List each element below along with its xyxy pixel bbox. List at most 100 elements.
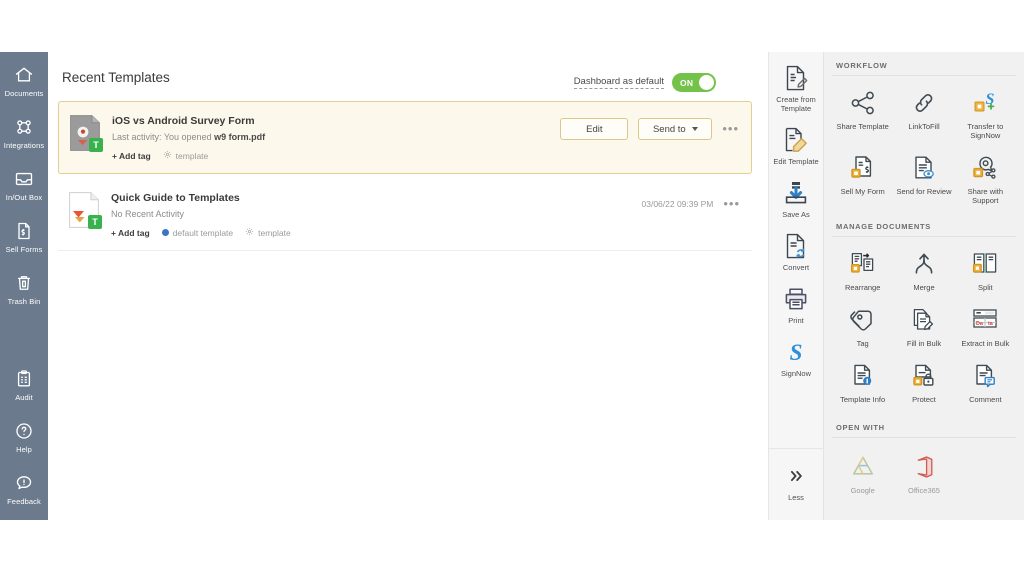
edit-button[interactable]: Edit xyxy=(560,118,628,140)
toolbar-item-signnow[interactable]: S SignNow xyxy=(768,332,824,385)
link-to-fill-icon xyxy=(911,89,937,117)
signnow-icon: S xyxy=(783,339,809,365)
sidebar-label-sell-forms: Sell Forms xyxy=(6,245,43,254)
toolbar-item-convert[interactable]: Convert xyxy=(768,226,824,279)
label-office365: Office365 xyxy=(908,486,940,495)
action-protect[interactable]: Protect xyxy=(893,356,954,412)
sidebar-item-sell-forms[interactable]: Sell Forms xyxy=(0,220,48,254)
toolbar-item-create-from-template[interactable]: Create from Template xyxy=(768,58,824,120)
action-link-to-fill[interactable]: LinkToFill xyxy=(893,83,954,148)
toggle-knob xyxy=(699,75,714,90)
blue-dot-icon xyxy=(162,229,169,236)
action-transfer-to-signnow[interactable]: S Transfer to SignNow xyxy=(955,83,1016,148)
row-tags: + Add tag default template template xyxy=(111,227,642,238)
action-rearrange[interactable]: Rearrange xyxy=(832,244,893,300)
label-fill-in-bulk: Fill in Bulk xyxy=(907,339,941,348)
transfer-to-signnow-icon: S xyxy=(971,89,999,117)
row-more-menu-button[interactable]: ••• xyxy=(722,124,739,134)
row-actions: 03/06/22 09:39 PM ••• xyxy=(642,191,741,209)
print-icon xyxy=(783,286,809,312)
edit-template-icon xyxy=(784,127,808,153)
toolbar-item-less[interactable]: Less xyxy=(768,449,824,520)
svg-text:S: S xyxy=(790,340,803,365)
sidebar-item-trash-bin[interactable]: Trash Bin xyxy=(0,272,48,306)
right-action-panel: WORKFLOW Share Template LinkToFill S Tra… xyxy=(824,52,1024,520)
action-open-with-office365[interactable]: Office365 xyxy=(893,447,954,503)
template-badge: T xyxy=(89,138,103,152)
integrations-icon xyxy=(13,116,35,138)
open-with-grid: Google Office365 xyxy=(832,438,1016,503)
table-row[interactable]: T iOS vs Android Survey Form Last activi… xyxy=(58,101,752,174)
document-thumbnail: T xyxy=(69,192,99,228)
label-tag: Tag xyxy=(857,339,869,348)
toggle-state-text: ON xyxy=(680,78,693,88)
label-transfer-to-signnow: Transfer to SignNow xyxy=(956,122,1015,140)
dashboard-as-default-toggle[interactable]: ON xyxy=(672,73,716,92)
action-comment[interactable]: Comment xyxy=(955,356,1016,412)
document-toolbar: Create from Template Edit Template Save … xyxy=(768,52,824,520)
sidebar-label-audit: Audit xyxy=(15,393,33,402)
sidebar-item-audit[interactable]: Audit xyxy=(0,368,48,402)
feedback-icon xyxy=(13,472,35,494)
action-sell-my-form[interactable]: Sell My Form xyxy=(832,148,893,213)
action-merge[interactable]: Merge xyxy=(893,244,954,300)
sidebar-item-integrations[interactable]: Integrations xyxy=(0,116,48,150)
manage-documents-grid: Rearrange Merge Split Tag xyxy=(832,237,1016,412)
toolbar-item-edit-template[interactable]: Edit Template xyxy=(768,120,824,173)
add-tag-button[interactable]: + Add tag xyxy=(112,151,151,161)
sidebar-item-documents[interactable]: Documents xyxy=(0,64,48,98)
label-link-to-fill: LinkToFill xyxy=(908,122,939,131)
action-template-info[interactable]: Template Info xyxy=(832,356,893,412)
tag-label: template xyxy=(258,228,291,238)
toolbar-label-edit-template: Edit Template xyxy=(773,157,818,166)
send-to-button[interactable]: Send to xyxy=(638,118,712,140)
label-protect: Protect xyxy=(912,395,936,404)
svg-text:S: S xyxy=(986,91,995,108)
protect-icon xyxy=(911,362,937,390)
sidebar-label-integrations: Integrations xyxy=(4,141,44,150)
share-with-support-icon xyxy=(971,154,999,182)
send-for-review-icon xyxy=(911,154,937,182)
row-more-menu-button[interactable]: ••• xyxy=(723,199,740,209)
action-share-template[interactable]: Share Template xyxy=(832,83,893,148)
row-subtitle-prefix: No Recent Activity xyxy=(111,209,184,219)
sidebar-item-help[interactable]: Help xyxy=(0,420,48,454)
tag-chip-template[interactable]: template xyxy=(163,150,209,161)
toolbar-label-convert: Convert xyxy=(783,263,809,272)
sidebar-item-in-out-box[interactable]: In/Out Box xyxy=(0,168,48,202)
home-icon xyxy=(13,64,35,86)
action-tag[interactable]: Tag xyxy=(832,300,893,356)
toolbar-label-save-as: Save As xyxy=(782,210,810,219)
action-open-with-google[interactable]: Google xyxy=(832,447,893,503)
action-split[interactable]: Split xyxy=(955,244,1016,300)
action-extract-in-bulk[interactable]: Data Extract in Bulk xyxy=(955,300,1016,356)
send-to-label: Send to xyxy=(653,124,686,135)
dashboard-as-default-control: Dashboard as default ON xyxy=(574,73,716,92)
label-sell-my-form: Sell My Form xyxy=(841,187,885,196)
sidebar-label-trash-bin: Trash Bin xyxy=(8,297,41,306)
toolbar-label-signnow: SignNow xyxy=(781,369,811,378)
table-row[interactable]: T Quick Guide to Templates No Recent Act… xyxy=(58,179,752,251)
svg-text:Da: Da xyxy=(976,321,984,327)
tag-chip-default-template[interactable]: default template xyxy=(162,228,233,238)
tag-chip-template[interactable]: template xyxy=(245,227,291,238)
toolbar-label-print: Print xyxy=(788,316,803,325)
open-with-empty-cell xyxy=(955,447,1016,503)
action-send-for-review[interactable]: Send for Review xyxy=(893,148,954,213)
chevron-down-icon xyxy=(692,127,698,131)
action-fill-in-bulk[interactable]: Fill in Bulk xyxy=(893,300,954,356)
gear-icon xyxy=(245,227,254,238)
add-tag-button[interactable]: + Add tag xyxy=(111,228,150,238)
row-subtitle-file: w9 form.pdf xyxy=(214,132,265,142)
main-content: Recent Templates Dashboard as default ON xyxy=(48,52,768,520)
action-share-with-support[interactable]: Share with Support xyxy=(955,148,1016,213)
toolbar-item-print[interactable]: Print xyxy=(768,279,824,332)
page-title: Recent Templates xyxy=(62,70,170,85)
audit-icon xyxy=(13,368,35,390)
toolbar-label-create-from-template: Create from Template xyxy=(770,95,822,113)
toolbar-item-save-as[interactable]: Save As xyxy=(768,173,824,226)
toolbar-label-less: Less xyxy=(788,493,804,502)
section-heading-manage-documents: MANAGE DOCUMENTS xyxy=(832,213,1016,237)
google-drive-icon xyxy=(849,453,877,481)
sidebar-item-feedback[interactable]: Feedback xyxy=(0,472,48,506)
